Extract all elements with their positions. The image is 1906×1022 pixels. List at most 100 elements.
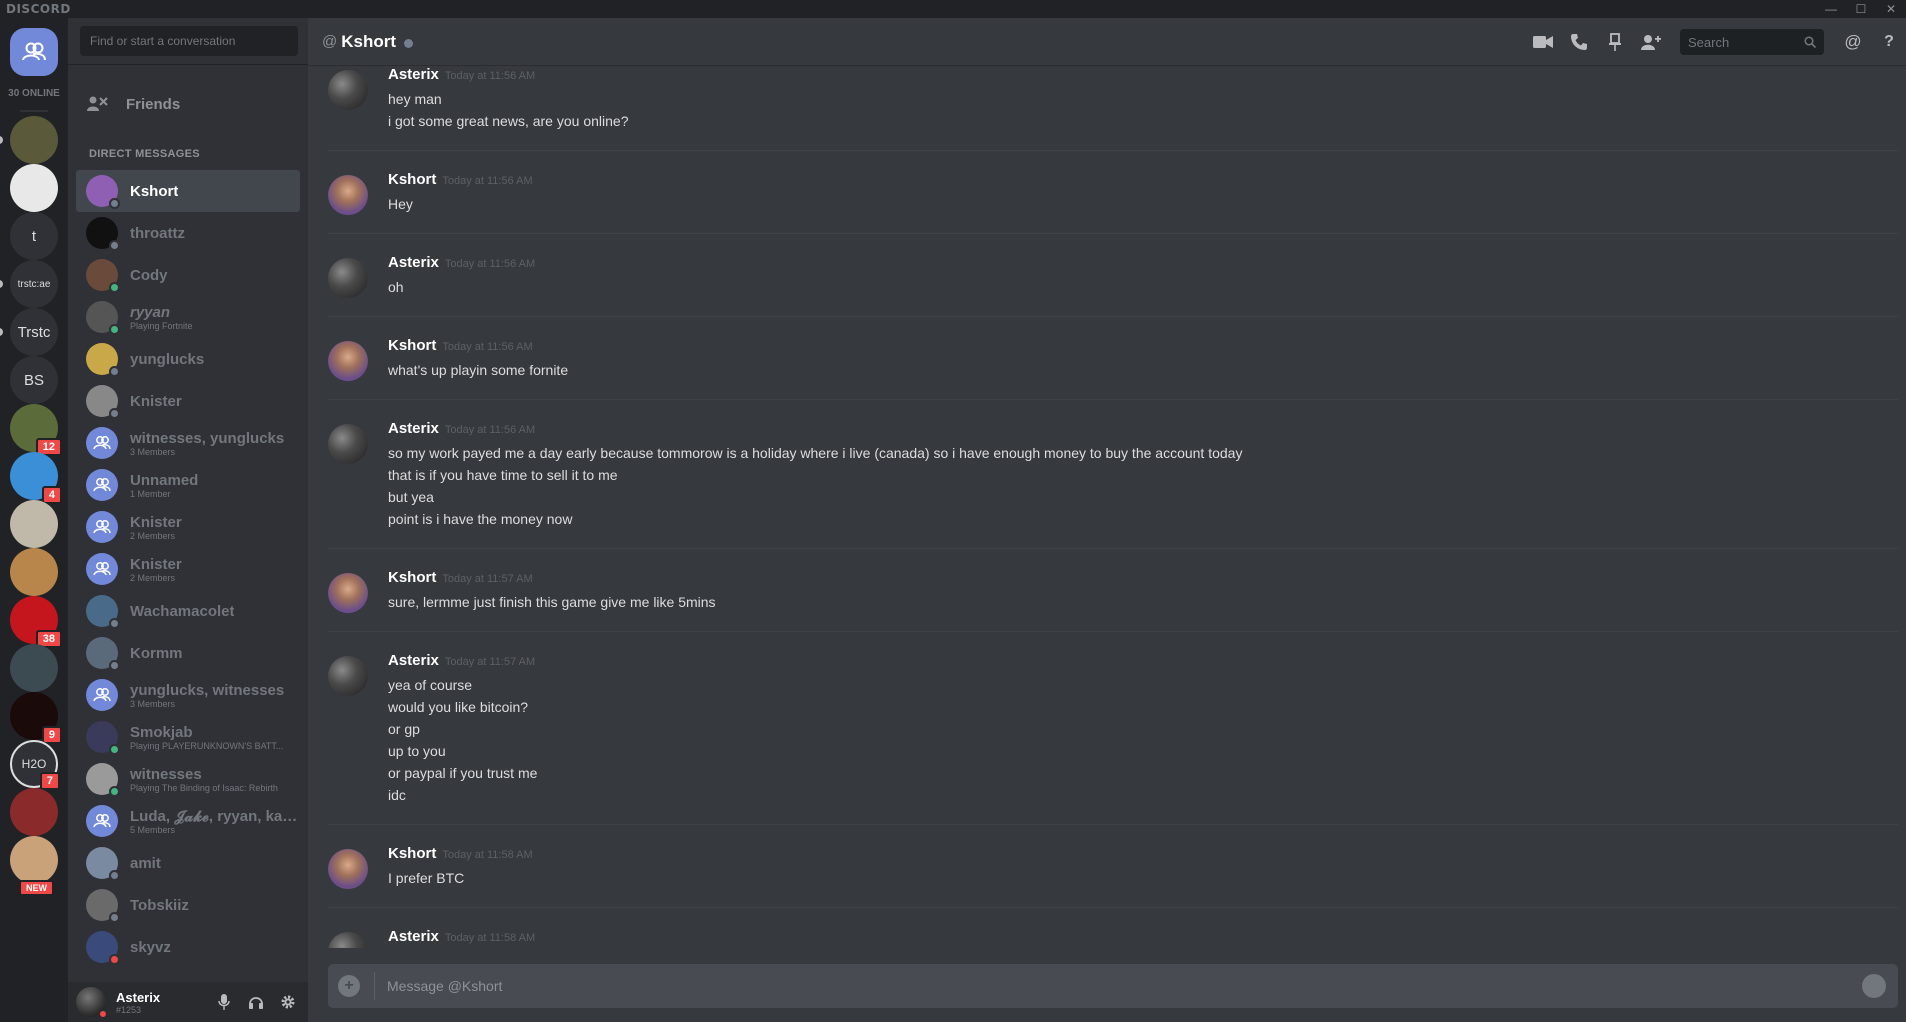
server-icon[interactable] [0,116,58,164]
message-author[interactable]: Asterix [388,652,439,669]
message-group: AsterixToday at 11:58 AMokay [328,928,1898,948]
message-text: would you like bitcoin? [388,699,529,715]
dm-name: Knister [130,513,182,531]
server-icon[interactable] [10,164,58,212]
dm-item[interactable]: Kormm [76,632,300,674]
dm-item[interactable]: skyvz [76,926,300,968]
message-avatar[interactable] [328,656,368,696]
message-avatar[interactable] [328,341,368,381]
status-indicator [109,324,120,335]
message-avatar[interactable] [328,932,368,948]
dm-subtext: 2 Members [130,530,176,541]
voice-call-icon[interactable] [1568,31,1590,53]
maximize-button[interactable]: ☐ [1846,0,1876,18]
friends-home-button[interactable] [10,28,58,76]
dm-item[interactable]: Kshort [76,170,300,212]
dm-subtext: 1 Member [130,488,171,499]
dm-item[interactable]: Smokjab Playing PLAYERUNKNOWN'S BATT... [76,716,300,758]
message-text: idc [388,787,406,803]
message-author[interactable]: Kshort [388,171,436,188]
emoji-picker-icon[interactable] [1862,974,1886,998]
message-input[interactable] [387,978,1862,994]
dm-name: yunglucks, witnesses [130,681,285,699]
server-icon[interactable]: trstc:ae [0,260,58,308]
message-author[interactable]: Kshort [388,845,436,862]
mention-badge: 7 [39,772,60,790]
dm-item[interactable]: Tobskiiz [76,884,300,926]
server-icon[interactable]: H2O 7 [10,740,60,790]
close-button[interactable]: ✕ [1876,0,1906,18]
server-icon[interactable]: 12 [10,404,62,456]
server-icon[interactable] [10,548,58,596]
dm-item[interactable]: Knister [76,380,300,422]
dm-item[interactable]: Knister 2 Members [76,506,300,548]
find-conversation-input[interactable]: Find or start a conversation [80,26,298,56]
dm-item[interactable]: Unnamed 1 Member [76,464,300,506]
server-icon[interactable]: 38 [10,596,62,648]
settings-gear-icon[interactable] [278,992,298,1012]
dm-name: Unnamed [130,471,199,489]
message-avatar[interactable] [328,258,368,298]
message-avatar[interactable] [328,849,368,889]
online-count: 30 ONLINE [8,88,60,99]
message-author[interactable]: Asterix [388,66,439,83]
dm-item[interactable]: witnesses, yunglucks 3 Members [76,422,300,464]
mentions-icon[interactable]: @ [1842,31,1864,53]
add-friend-to-dm-icon[interactable] [1640,31,1662,53]
dm-item[interactable]: ryyan Playing Fortnite [76,296,300,338]
message-avatar[interactable] [328,424,368,464]
message-avatar[interactable] [328,175,368,215]
dm-name: witnesses, yunglucks [130,429,285,447]
server-icon[interactable] [10,644,58,692]
dm-item[interactable]: Knister 2 Members [76,548,300,590]
dm-item[interactable]: yunglucks, witnesses 3 Members [76,674,300,716]
avatar [86,721,120,755]
message-avatar[interactable] [328,70,368,110]
message-author[interactable]: Asterix [388,420,439,437]
server-icon[interactable]: Trstc [0,308,58,356]
help-icon[interactable]: ? [1878,31,1900,53]
message-group: Asterix Today at 11:57 AM yea of course wou… [328,652,1898,825]
minimize-button[interactable]: — [1816,0,1846,18]
dm-item[interactable]: witnesses Playing The Binding of Isaac: R… [76,758,300,800]
video-call-icon[interactable] [1532,31,1554,53]
chat-title: Kshort [341,31,397,51]
server-separator [20,110,48,112]
server-icon[interactable]: 4 [10,452,62,504]
server-icon[interactable]: BS [10,356,58,404]
message-avatar[interactable] [328,573,368,613]
user-panel: Asterix #1253 [68,982,308,1022]
headphones-icon[interactable] [246,992,266,1012]
message-author[interactable]: Asterix [388,928,439,945]
message-text: or gp [388,721,420,737]
friends-link[interactable]: Friends [76,86,300,122]
avatar [86,889,120,923]
message-author[interactable]: Asterix [388,254,439,271]
server-label: H2O [21,757,47,771]
avatar [86,847,120,881]
pinned-messages-icon[interactable] [1604,31,1626,53]
server-icon[interactable]: t [10,212,58,260]
user-avatar[interactable] [76,987,108,1019]
dm-item[interactable]: amit [76,842,300,884]
dm-item[interactable]: yunglucks [76,338,300,380]
dm-item[interactable]: Wachamacolet [76,590,300,632]
mention-badge: 9 [41,726,62,744]
dm-item[interactable]: Luda, 𝓙𝓪𝓴𝓮, ryyan, kail... 5 Members [76,800,300,842]
dm-subtext: Playing The Binding of Isaac: Rebirth [130,782,278,793]
microphone-icon[interactable] [214,992,234,1012]
dm-item[interactable]: throattz [76,212,300,254]
server-icon[interactable]: 9 [10,692,62,744]
dm-name: Smokjab [130,723,193,741]
message-author[interactable]: Kshort [388,337,436,354]
server-icon[interactable] [10,788,58,836]
dm-name: throattz [130,224,185,242]
server-icon[interactable]: NEW [10,836,58,896]
dm-item[interactable]: Cody [76,254,300,296]
server-icon[interactable] [10,500,58,548]
search-input[interactable]: Search [1680,29,1824,55]
upload-plus-icon[interactable]: + [338,975,360,997]
group-dm-avatar [86,427,118,459]
message-timestamp: Today at 11:56 AM [442,175,533,187]
message-author[interactable]: Kshort [388,569,436,586]
